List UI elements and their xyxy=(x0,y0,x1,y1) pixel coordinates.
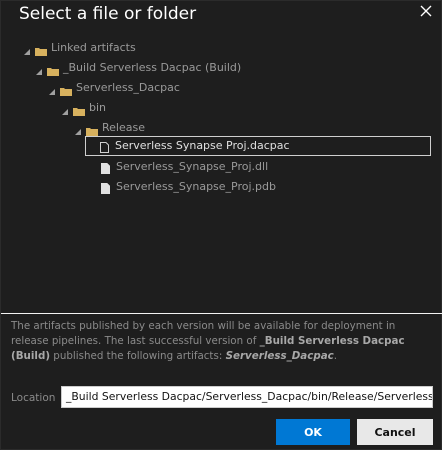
tree-item-label: Serverless Synapse Proj.dacpac xyxy=(115,139,290,152)
tree-item-release[interactable]: Release xyxy=(74,119,145,137)
tree-item-bin[interactable]: bin xyxy=(61,99,106,117)
expanded-triangle-icon[interactable] xyxy=(48,84,56,95)
folder-icon xyxy=(73,104,85,116)
select-file-dialog: Select a file or folder Linked artifacts xyxy=(0,0,442,450)
expanded-triangle-icon[interactable] xyxy=(61,104,69,115)
tree-item-serverless-dacpac[interactable]: Serverless_Dacpac xyxy=(48,79,180,97)
tree-item-dacpac-file[interactable]: Serverless Synapse Proj.dacpac xyxy=(85,136,431,156)
location-label: Location xyxy=(11,392,56,404)
divider xyxy=(1,313,442,314)
folder-icon xyxy=(47,64,59,76)
artifact-name: Serverless_Dacpac xyxy=(225,350,334,362)
artifact-tree: Linked artifacts _Build Serverless Dacpa… xyxy=(1,39,442,309)
info-text-part: . xyxy=(333,350,338,362)
dialog-title: Select a file or folder xyxy=(19,4,197,24)
folder-icon xyxy=(35,44,47,56)
tree-item-label: Serverless_Synapse_Proj.dll xyxy=(116,160,269,173)
tree-item-linked-artifacts[interactable]: Linked artifacts xyxy=(23,39,136,57)
info-text-part: published the following artifacts: xyxy=(50,350,226,362)
location-input[interactable]: _Build Serverless Dacpac/Serverless_Dacp… xyxy=(61,386,433,408)
artifact-info-text: The artifacts published by each version … xyxy=(11,319,433,364)
tree-item-label: Serverless_Dacpac xyxy=(76,81,180,94)
file-icon xyxy=(101,162,110,174)
tree-item-build[interactable]: _Build Serverless Dacpac (Build) xyxy=(35,59,241,77)
tree-item-label: Serverless_Synapse_Proj.pdb xyxy=(116,180,276,193)
tree-item-label: Linked artifacts xyxy=(51,41,136,54)
tree-item-label: _Build Serverless Dacpac (Build) xyxy=(63,61,242,74)
tree-item-dll-file[interactable]: Serverless_Synapse_Proj.dll xyxy=(101,158,268,176)
tree-item-label: Release xyxy=(102,121,145,134)
tree-item-label: bin xyxy=(89,101,107,114)
tree-item-pdb-file[interactable]: Serverless_Synapse_Proj.pdb xyxy=(101,178,276,196)
cancel-button[interactable]: Cancel xyxy=(357,419,433,445)
expanded-triangle-icon[interactable] xyxy=(74,124,82,135)
ok-button[interactable]: OK xyxy=(276,419,350,445)
file-icon xyxy=(101,182,110,194)
expanded-triangle-icon[interactable] xyxy=(23,44,31,55)
close-icon[interactable] xyxy=(419,3,433,17)
folder-icon xyxy=(60,84,72,96)
folder-icon xyxy=(86,124,98,136)
expanded-triangle-icon[interactable] xyxy=(35,64,43,75)
file-icon xyxy=(100,141,109,153)
